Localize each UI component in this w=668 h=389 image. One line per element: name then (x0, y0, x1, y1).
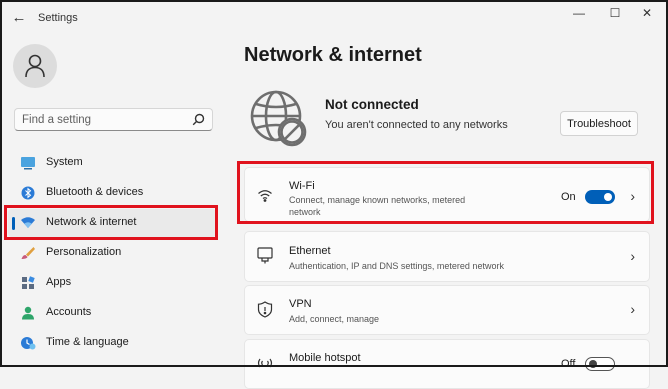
bluetooth-icon (21, 186, 35, 200)
ethernet-card[interactable]: Ethernet Authentication, IP and DNS sett… (244, 231, 650, 282)
sidebar-item-label: Time & language (46, 336, 129, 348)
mobile-hotspot-card[interactable]: Mobile hotspot Off (244, 339, 650, 389)
chevron-right-icon: › (630, 248, 635, 264)
wifi-toggle[interactable] (585, 190, 615, 204)
mobile-hotspot-toggle[interactable] (585, 357, 615, 371)
mobile-hotspot-toggle-label: Off (561, 358, 576, 370)
chevron-right-icon: › (630, 301, 635, 317)
search-icon[interactable] (192, 113, 205, 126)
mobile-hotspot-title: Mobile hotspot (289, 352, 361, 364)
connection-status-subtitle: You aren't connected to any networks (325, 119, 508, 131)
toggle-knob (604, 193, 612, 201)
sidebar-item-label: Bluetooth & devices (46, 186, 144, 198)
maximize-button[interactable]: ☐ (600, 4, 630, 22)
wifi-title: Wi-Fi (289, 180, 315, 192)
wifi-icon (258, 190, 272, 202)
minimize-button[interactable]: — (564, 4, 594, 22)
wifi-card[interactable]: Wi-Fi Connect, manage known networks, me… (244, 167, 650, 222)
apps-icon (22, 276, 35, 289)
title-bar: ← Settings — ☐ ✕ (0, 0, 668, 36)
sidebar-item-label: System (46, 156, 83, 168)
back-arrow-icon[interactable]: ← (10, 9, 28, 27)
ethernet-title: Ethernet (289, 245, 331, 257)
avatar[interactable] (13, 44, 57, 88)
chevron-right-icon: › (630, 188, 635, 204)
sidebar-item-label: Accounts (46, 306, 92, 318)
sidebar-item-accounts[interactable]: Accounts (8, 299, 216, 327)
wifi-icon (21, 217, 35, 228)
connection-status-title: Not connected (325, 97, 419, 112)
sidebar-item-personalization[interactable]: Personalization (8, 239, 216, 267)
sidebar-item-network[interactable]: Network & internet (8, 209, 216, 237)
vpn-card[interactable]: VPN Add, connect, manage › (244, 285, 650, 335)
sidebar-item-time-language[interactable]: Time & language (8, 329, 216, 357)
close-button[interactable]: ✕ (632, 4, 662, 22)
user-icon (25, 54, 45, 78)
troubleshoot-button[interactable]: Troubleshoot (560, 111, 638, 136)
accounts-icon (22, 306, 34, 320)
page-title: Network & internet (244, 44, 422, 66)
shield-icon (257, 301, 273, 318)
sidebar-item-system[interactable]: System (8, 149, 216, 177)
ethernet-icon (257, 247, 273, 264)
sidebar-item-bluetooth[interactable]: Bluetooth & devices (8, 179, 216, 207)
clock-icon (21, 337, 36, 350)
vpn-subtitle: Add, connect, manage (289, 314, 380, 324)
sidebar-item-label: Apps (46, 276, 72, 288)
system-icon (21, 157, 35, 170)
sidebar-item-label: Network & internet (46, 216, 137, 228)
app-title: Settings (38, 12, 78, 24)
sidebar-item-label: Personalization (46, 246, 122, 258)
brush-icon (21, 247, 35, 259)
wifi-subtitle: Connect, manage known networks, metered … (289, 195, 466, 217)
vpn-title: VPN (289, 298, 312, 310)
search-box[interactable] (14, 108, 213, 131)
search-input[interactable] (15, 109, 192, 130)
globe-disconnected-icon (250, 90, 307, 147)
wifi-toggle-label: On (561, 191, 576, 203)
selection-indicator (12, 217, 15, 230)
ethernet-subtitle: Authentication, IP and DNS settings, met… (289, 261, 504, 271)
sidebar-item-apps[interactable]: Apps (8, 269, 216, 297)
